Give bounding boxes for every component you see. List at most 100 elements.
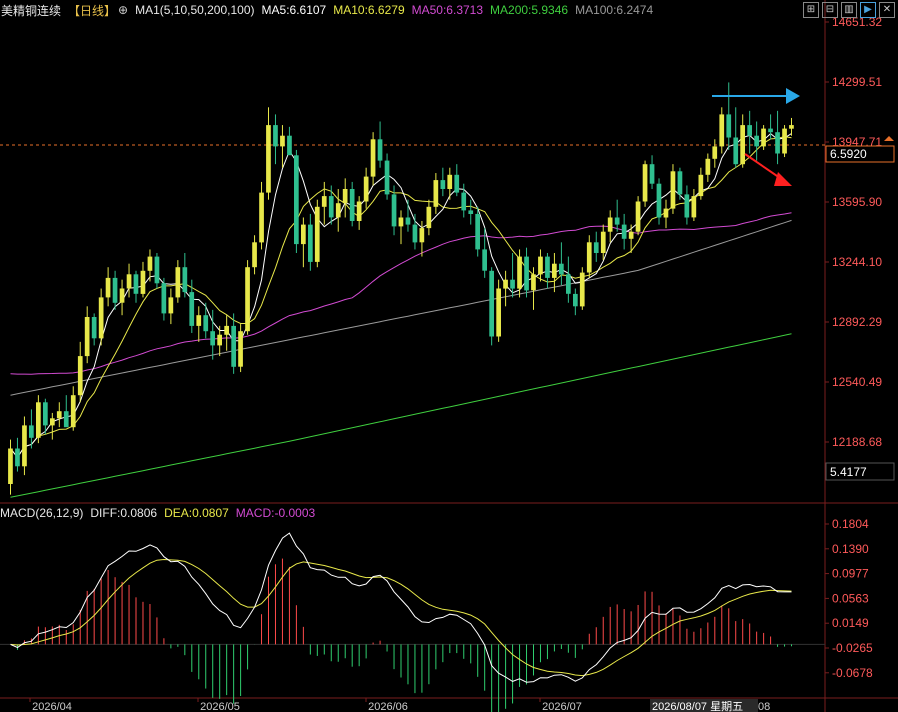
play-icon[interactable]: ▶ [860, 2, 876, 18]
candle-body [98, 297, 104, 339]
candle-body [559, 263, 564, 275]
macd-axis-label: 0.1804 [832, 517, 869, 531]
cursor-date-label: 2026/08/07 星期五 [652, 700, 743, 712]
ma5-value: MA5:6.6107 [261, 3, 327, 17]
macd-dea-value: DEA:0.0807 [164, 506, 229, 520]
candle-body [621, 224, 627, 239]
macd-name[interactable]: MACD(26,12,9) [0, 506, 83, 520]
chart-canvas[interactable]: 14651.3214299.5113947.7113595.9013244.10… [0, 0, 898, 712]
candle-body [468, 210, 474, 214]
candle-body [789, 125, 794, 129]
candle-body [691, 196, 697, 218]
candle-body [579, 272, 585, 307]
collapse-icon[interactable]: ⊟ [822, 2, 838, 18]
candle-body [642, 164, 648, 202]
candle-body [510, 279, 515, 289]
candle-body [112, 277, 118, 303]
candle-body [8, 448, 13, 484]
candle-body [321, 196, 327, 207]
candle-body [161, 283, 167, 314]
candle-body [782, 128, 787, 154]
macd-header: MACD(26,12,9) DIFF:0.0806 DEA:0.0807 MAC… [0, 505, 322, 521]
price-axis-label: 14299.51 [832, 75, 882, 89]
macd-axis-label: 0.1390 [832, 542, 869, 556]
cursor-date-tail: 08 [758, 701, 770, 712]
candle-body [733, 137, 739, 165]
candle-body [684, 194, 690, 218]
ma10-value: MA10:6.6279 [333, 3, 405, 17]
candle-body [719, 114, 725, 147]
red-arrow-head [774, 172, 792, 186]
candle-body [600, 231, 606, 253]
candle-body [294, 155, 299, 245]
candle-body [503, 279, 508, 289]
candle-body [656, 183, 662, 218]
candle-body [266, 125, 271, 193]
candle-body [447, 174, 453, 189]
candle-body [126, 274, 132, 289]
candle-body [314, 206, 320, 262]
ma-group-label[interactable]: MA1(5,10,50,200,100) [135, 3, 254, 17]
candle-body [217, 334, 222, 346]
candle-body [301, 224, 306, 245]
time-axis-label: 2026/07 [542, 701, 582, 712]
price-axis-label: 12188.68 [832, 435, 882, 449]
candle-body [593, 242, 599, 253]
candle-body [280, 135, 285, 147]
candle-body [196, 315, 202, 326]
time-axis-label: 2026/04 [32, 701, 72, 712]
candle-body [461, 192, 467, 211]
candle-body [154, 256, 160, 284]
candle-body [433, 180, 439, 207]
symbol-name[interactable]: 美精铜连续 [1, 2, 61, 19]
candle-body [273, 125, 278, 147]
candle-body [133, 274, 139, 294]
candle-body [412, 224, 418, 243]
candle-body [614, 217, 620, 225]
macd-axis-label: 0.0977 [832, 567, 869, 581]
candle-body [489, 270, 494, 337]
candle-body [377, 139, 383, 161]
candle-body [29, 425, 34, 438]
candle-body [349, 189, 355, 221]
candle-body [566, 274, 571, 294]
candle-body [63, 411, 69, 428]
candle-body [259, 192, 264, 243]
expand-icon[interactable]: ⊞ [803, 2, 819, 18]
candle-body [231, 325, 236, 367]
candle-body [70, 395, 76, 428]
candle-body [50, 418, 55, 426]
candle-body [628, 231, 634, 239]
candle-body [140, 270, 146, 294]
candle-body [245, 267, 250, 332]
ma200-value: MA200:5.9346 [490, 3, 569, 17]
candle-body [517, 256, 522, 289]
candle-body [370, 139, 376, 177]
layout-icon[interactable]: ▥ [841, 2, 857, 18]
candle-body [482, 249, 487, 271]
macd-axis-label: -0.0265 [832, 641, 873, 655]
candle-body [342, 189, 348, 204]
candle-body [252, 242, 257, 268]
macd-axis-label: 0.0563 [832, 591, 869, 605]
candle-body [43, 402, 48, 426]
candle-body [363, 176, 369, 202]
candle-body [77, 356, 83, 396]
close-icon[interactable]: ✕ [879, 2, 895, 18]
candle-body [147, 256, 153, 271]
candle-body [203, 315, 209, 332]
price-axis-label: 13244.10 [832, 255, 882, 269]
period-label[interactable]: 【日线】 [68, 2, 116, 19]
candle-body [705, 158, 711, 175]
time-axis-label: 2026/05 [200, 701, 240, 712]
price-axis-label: 13595.90 [832, 195, 882, 209]
time-axis-label: 2026/06 [368, 701, 408, 712]
ma100-line [10, 219, 792, 396]
candle-body [531, 274, 536, 291]
candle-body [754, 135, 759, 147]
candle-body [635, 201, 641, 232]
settings-icon[interactable]: ⊕ [118, 3, 128, 17]
candle-body [649, 164, 655, 184]
ma50-value: MA50:6.3713 [411, 3, 484, 17]
candle-body [573, 293, 578, 307]
